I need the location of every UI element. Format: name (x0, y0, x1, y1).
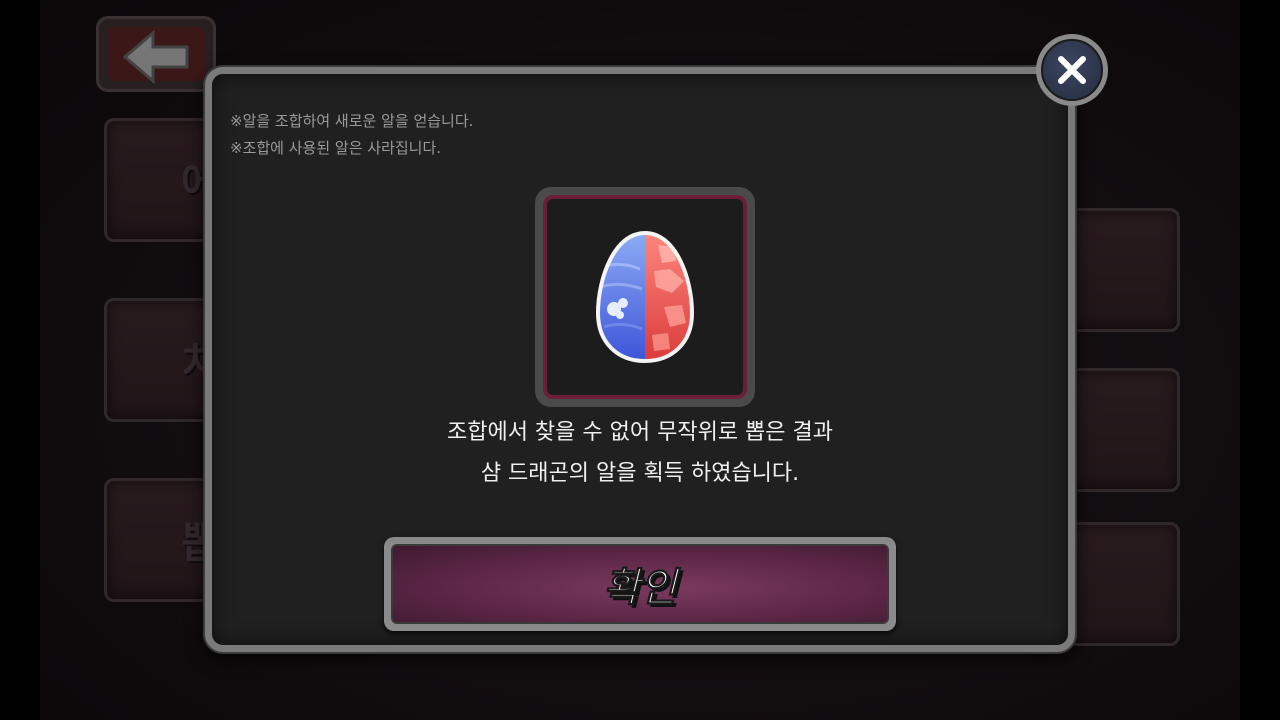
confirm-button-face: 확인 (391, 544, 889, 624)
close-button[interactable] (1036, 34, 1108, 106)
close-x-icon (1058, 56, 1086, 84)
reward-item-frame (535, 187, 755, 407)
close-button-face (1041, 39, 1103, 101)
egg-combine-result-dialog: ※알을 조합하여 새로운 알을 얻습니다. ※조합에 사용된 알은 사라집니다. (205, 67, 1075, 652)
notice-text: ※조합에 사용된 알은 사라집니다. (230, 139, 442, 157)
notice-text: ※알을 조합하여 새로운 알을 얻습니다. (230, 112, 474, 130)
confirm-button-label: 확인 (603, 565, 678, 612)
result-message-line: 조합에서 찾을 수 없어 무작위로 뽑은 결과 (446, 420, 834, 445)
result-message-line: 샴 드래곤의 알을 획득 하였습니다. (480, 461, 800, 486)
game-screen: 에연 치유 뽑기 조합 강화 코드 ※알을 조합하여 새로운 알을 얻습니다. … (0, 0, 1280, 720)
dragon-egg-icon (595, 230, 695, 364)
reward-item-slot (543, 195, 747, 399)
confirm-button[interactable]: 확인 (384, 537, 896, 631)
